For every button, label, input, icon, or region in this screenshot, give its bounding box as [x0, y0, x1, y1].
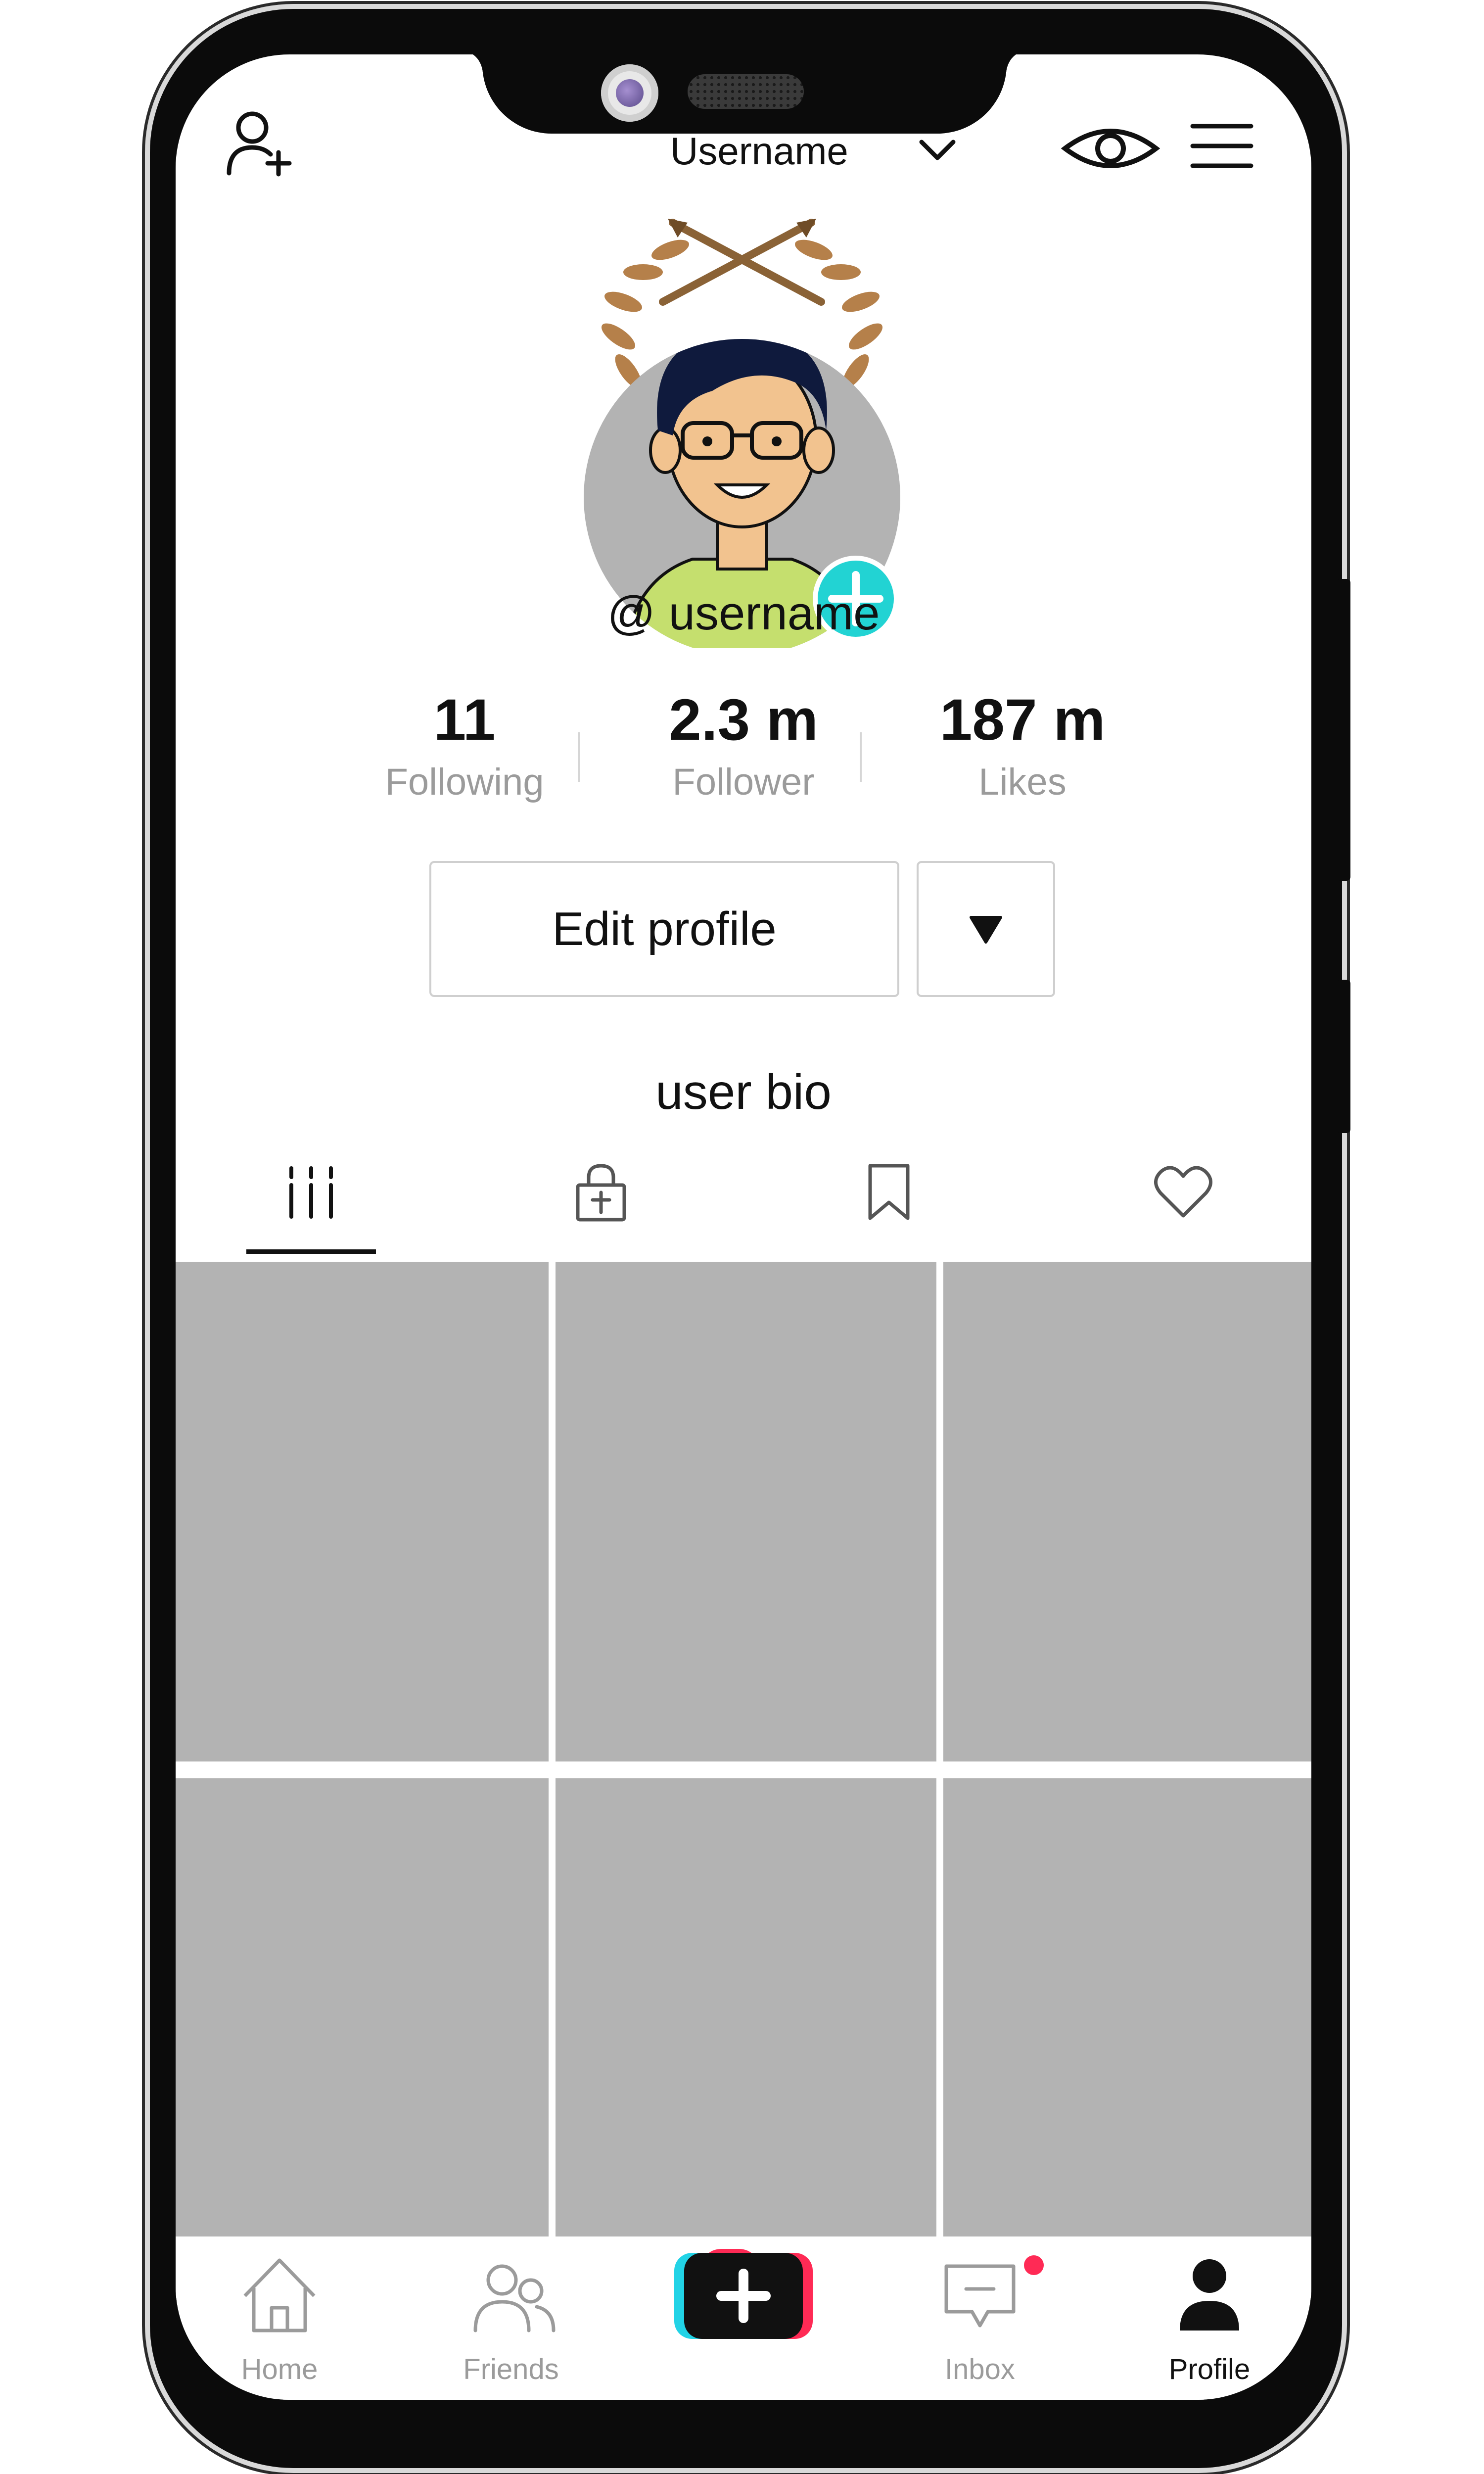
heart-icon [1154, 1166, 1212, 1218]
hamburger-menu-icon[interactable] [1190, 121, 1254, 173]
stat-label: Likes [978, 761, 1067, 803]
earpiece-speaker [688, 74, 804, 109]
create-button[interactable] [674, 2249, 813, 2343]
nav-label: Home [241, 2353, 318, 2385]
notch [482, 54, 1007, 134]
stat-following[interactable]: 11 Following [341, 685, 588, 804]
tab-videos[interactable] [242, 1153, 380, 1232]
side-button-power [1337, 579, 1350, 881]
video-thumbnail[interactable] [176, 1778, 549, 2238]
video-thumbnail[interactable] [943, 1778, 1311, 2238]
nav-label: Profile [1168, 2353, 1251, 2385]
tab-private[interactable] [532, 1153, 670, 1232]
eye-icon[interactable] [1061, 119, 1160, 181]
user-bio: user bio [655, 1064, 832, 1120]
stat-label: Following [385, 761, 544, 803]
inbox-notification-dot [1024, 2255, 1044, 2275]
stat-divider [578, 732, 580, 782]
person-icon [1180, 2259, 1239, 2331]
tab-saved[interactable] [820, 1153, 958, 1232]
bookmark-icon [868, 1164, 910, 1220]
nav-friends[interactable]: Friends [429, 2256, 593, 2385]
nav-home[interactable]: Home [198, 2256, 361, 2385]
stat-followers[interactable]: 2.3 m Follower [620, 685, 867, 804]
message-icon [944, 2264, 1016, 2328]
stat-divider [860, 732, 862, 782]
chevron-down-icon[interactable] [918, 136, 957, 168]
stat-value: 11 [433, 687, 496, 753]
video-thumbnail[interactable] [556, 1778, 936, 2238]
grid-icon [289, 1166, 333, 1219]
video-thumbnail[interactable] [176, 1262, 549, 1761]
nav-label: Inbox [945, 2353, 1015, 2385]
stat-value: 187 m [939, 687, 1106, 753]
side-button-volume [1337, 980, 1350, 1133]
lock-icon [576, 1164, 626, 1222]
profile-handle: @ username [607, 587, 880, 640]
username-title[interactable]: Username [670, 129, 848, 174]
video-thumbnail[interactable] [556, 1262, 936, 1761]
edit-profile-button[interactable]: Edit profile [429, 861, 899, 997]
people-icon [473, 2264, 556, 2332]
stat-likes[interactable]: 187 m Likes [899, 685, 1146, 804]
tab-selected-indicator [246, 1249, 376, 1254]
nav-inbox[interactable]: Inbox [898, 2256, 1062, 2385]
front-camera [601, 64, 658, 122]
person-plus-icon[interactable] [225, 109, 294, 181]
stat-label: Follower [672, 761, 815, 803]
nav-profile[interactable]: Profile [1128, 2256, 1291, 2385]
triangle-down-icon [970, 915, 1002, 944]
nav-label: Friends [463, 2353, 559, 2385]
stat-value: 2.3 m [669, 687, 818, 753]
house-icon [243, 2258, 316, 2332]
more-options-button[interactable] [917, 861, 1055, 997]
tab-liked[interactable] [1114, 1153, 1252, 1232]
screen: Username @ username 11 Following 2.3 m F… [176, 54, 1311, 2400]
video-thumbnail[interactable] [943, 1262, 1311, 1761]
